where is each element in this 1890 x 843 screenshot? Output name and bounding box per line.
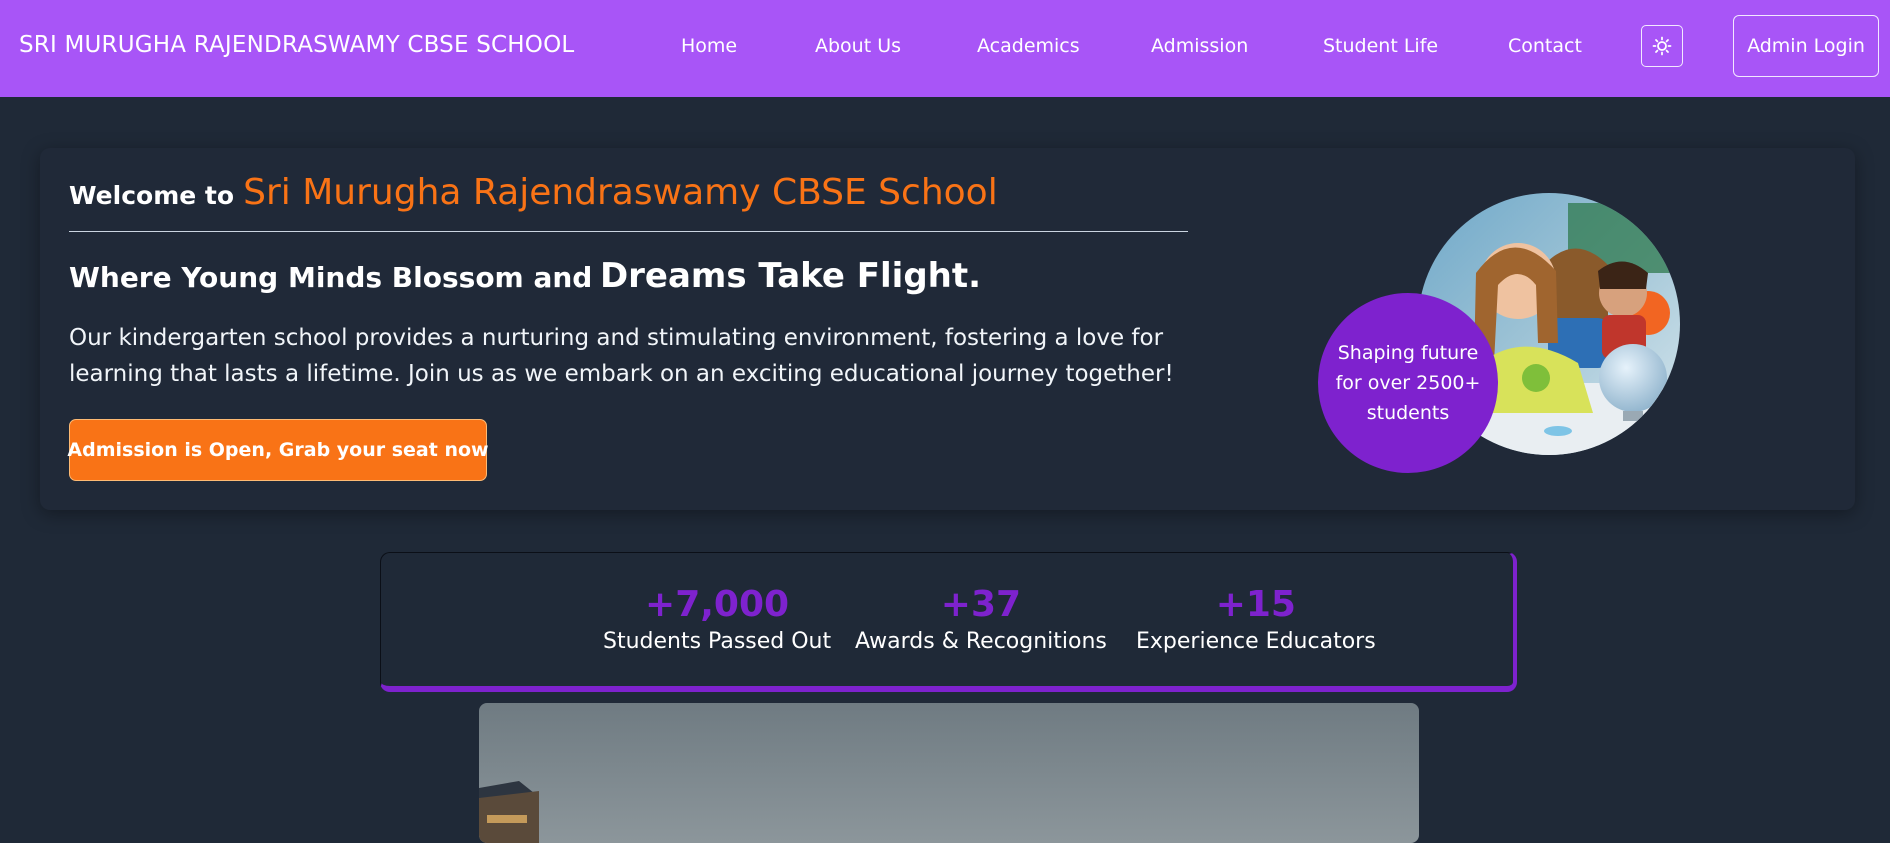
main-nav: Home About Us Academics Admission Studen…: [0, 35, 1890, 65]
stats-panel: +7,000 Students Passed Out +37 Awards & …: [380, 552, 1517, 692]
students-badge: Shaping future for over 2500+ students: [1318, 293, 1498, 473]
top-navbar: SRI MURUGHA RAJENDRASWAMY CBSE SCHOOL Ho…: [0, 0, 1890, 97]
sun-icon: [1652, 36, 1672, 56]
stat-label: Experience Educators: [1136, 629, 1376, 654]
stat-value: +7,000: [645, 584, 790, 625]
theme-toggle-button[interactable]: [1641, 25, 1683, 67]
divider: [69, 231, 1188, 232]
campus-photo: [479, 703, 1419, 843]
hero-description: Our kindergarten school provides a nurtu…: [69, 325, 1174, 387]
nav-academics[interactable]: Academics: [977, 35, 1080, 57]
stat-label: Students Passed Out: [603, 629, 832, 654]
school-name: Sri Murugha Rajendraswamy CBSE School: [243, 172, 998, 213]
hero-tagline: Where Young Minds Blossom and Dreams Tak…: [69, 256, 981, 296]
admission-cta-button[interactable]: Admission is Open, Grab your seat now: [67, 419, 489, 481]
tagline-start: Where Young Minds Blossom and: [69, 261, 593, 294]
nav-admission[interactable]: Admission: [1151, 35, 1248, 57]
stat-students: +7,000 Students Passed Out: [603, 583, 831, 657]
hero-card: Welcome to Sri Murugha Rajendraswamy CBS…: [40, 148, 1855, 510]
stat-label: Awards & Recognitions: [855, 629, 1107, 654]
welcome-heading: Welcome to Sri Murugha Rajendraswamy CBS…: [69, 172, 998, 213]
nav-about-us[interactable]: About Us: [815, 35, 901, 57]
nav-home[interactable]: Home: [681, 35, 737, 57]
stat-awards: +37 Awards & Recognitions: [855, 583, 1107, 657]
welcome-prefix: Welcome to: [69, 181, 235, 210]
admin-login-button[interactable]: Admin Login: [1733, 15, 1879, 77]
stat-educators: +15 Experience Educators: [1136, 583, 1376, 657]
stat-value: +37: [940, 584, 1022, 625]
nav-student-life[interactable]: Student Life: [1323, 35, 1438, 57]
nav-contact[interactable]: Contact: [1508, 35, 1582, 57]
tagline-end: Dreams Take Flight.: [599, 256, 982, 296]
stat-value: +15: [1215, 584, 1296, 625]
